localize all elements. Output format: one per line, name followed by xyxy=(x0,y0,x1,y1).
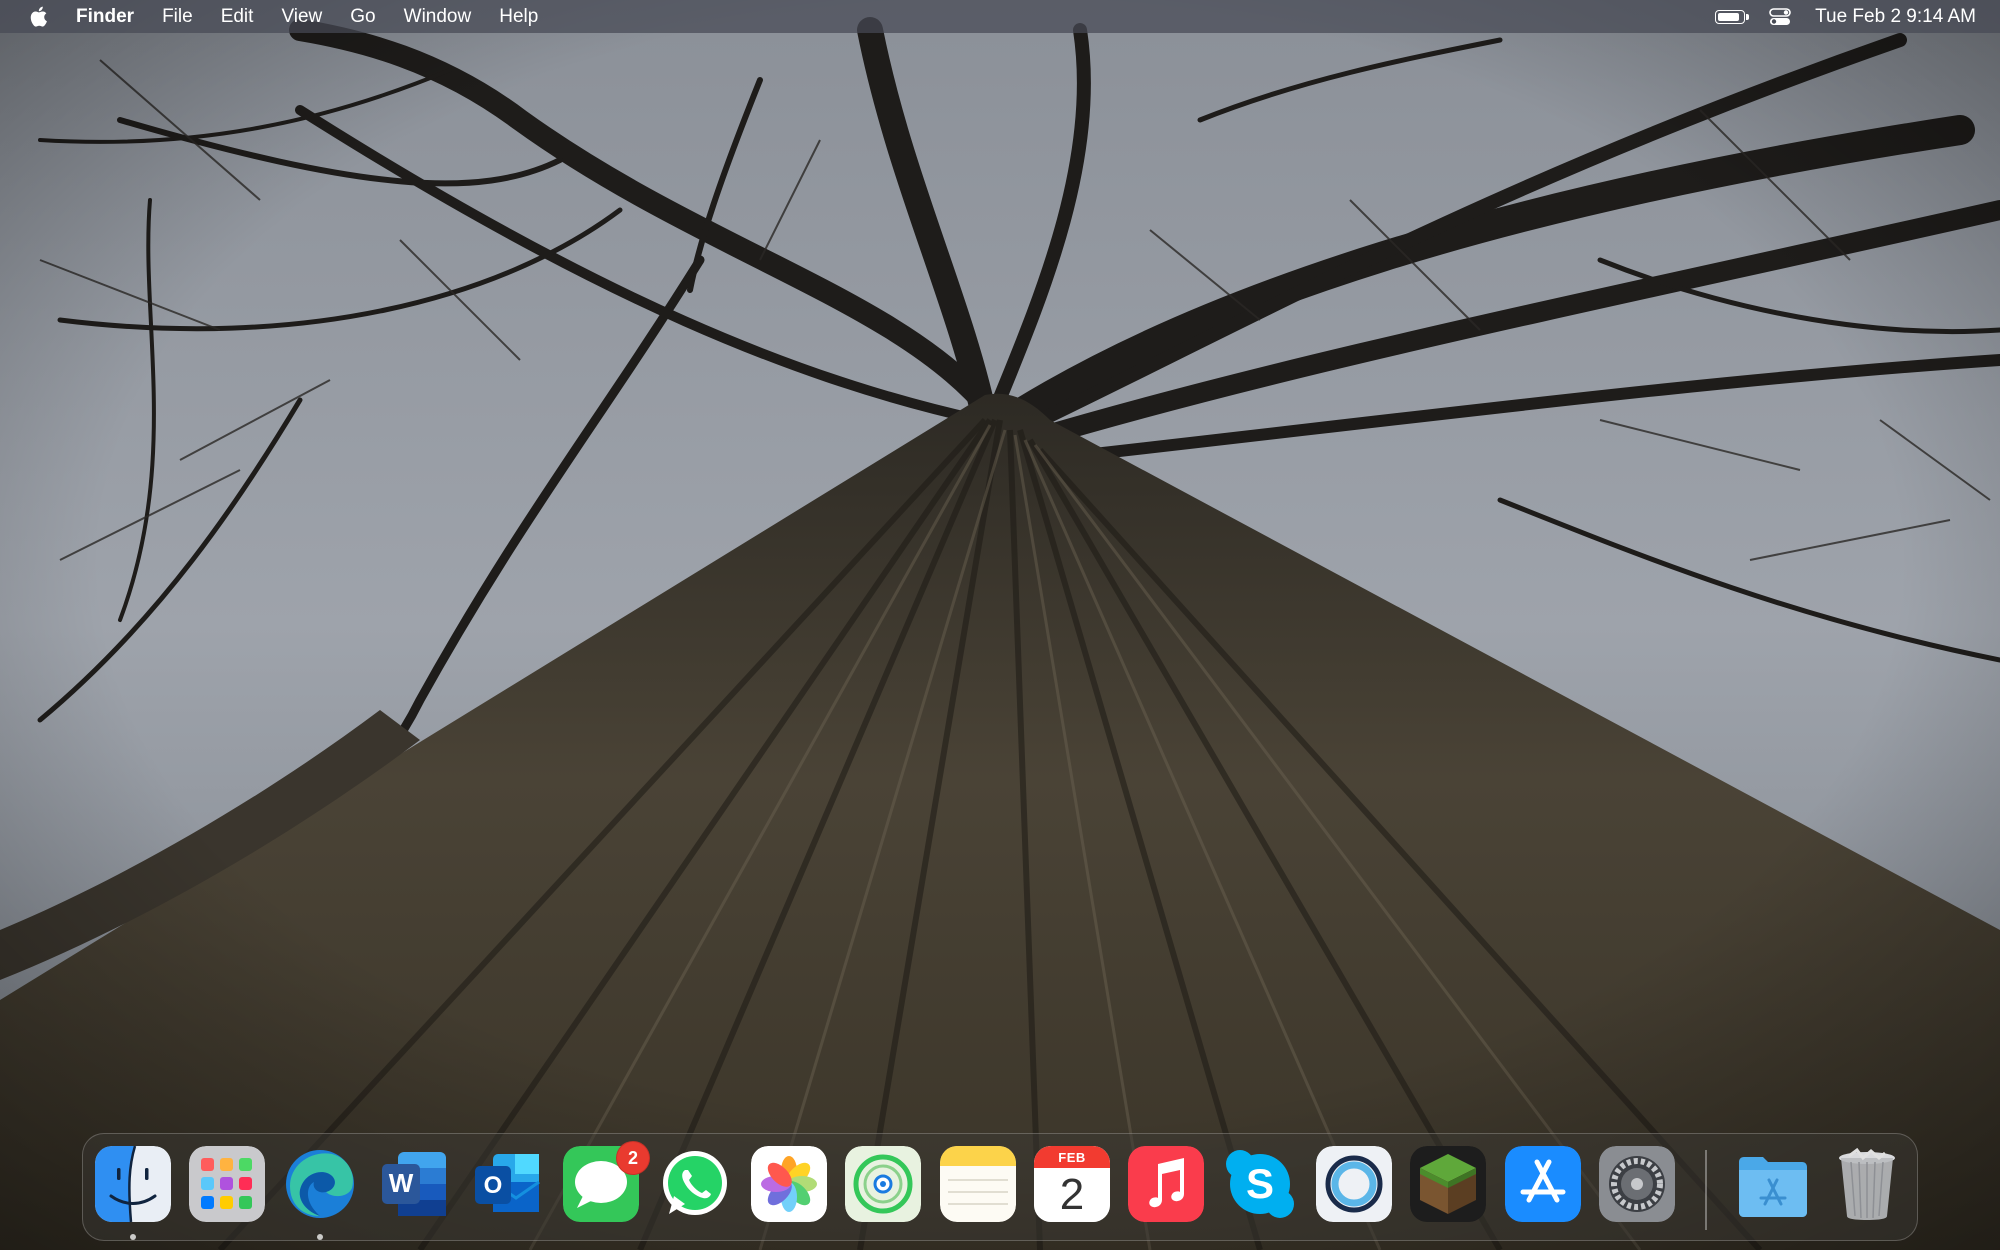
edge-running-indicator xyxy=(317,1234,323,1240)
battery-icon[interactable] xyxy=(1715,9,1750,24)
calendar-month: FEB xyxy=(1058,1150,1086,1165)
dock-divider xyxy=(1705,1150,1707,1230)
applications-folder-icon[interactable] xyxy=(1735,1146,1811,1222)
control-center-icon[interactable] xyxy=(1769,7,1791,26)
menu-file[interactable]: File xyxy=(162,6,193,28)
svg-text:S: S xyxy=(1246,1160,1274,1207)
alexa-icon[interactable] xyxy=(1316,1146,1392,1222)
find-my-icon[interactable] xyxy=(845,1146,921,1222)
photos-icon[interactable] xyxy=(751,1146,827,1222)
whatsapp-icon[interactable] xyxy=(657,1146,733,1222)
apple-logo-icon[interactable] xyxy=(28,5,50,29)
music-icon[interactable] xyxy=(1128,1146,1204,1222)
menu-view[interactable]: View xyxy=(281,6,322,28)
skype-icon[interactable]: S xyxy=(1222,1146,1298,1222)
messages-badge: 2 xyxy=(616,1141,650,1175)
notes-icon[interactable] xyxy=(940,1146,1016,1222)
word-icon[interactable]: W xyxy=(376,1146,452,1222)
launchpad-icon[interactable] xyxy=(189,1146,265,1222)
trash-icon[interactable] xyxy=(1829,1146,1905,1222)
menu-bar-clock[interactable]: Tue Feb 2 9:14 AM xyxy=(1815,6,1976,28)
menu-go[interactable]: Go xyxy=(350,6,375,28)
desktop-wallpaper xyxy=(0,0,2000,1250)
finder-icon[interactable] xyxy=(95,1146,171,1222)
calendar-icon[interactable]: FEB 2 xyxy=(1034,1146,1110,1222)
finder-running-indicator xyxy=(130,1234,136,1240)
calendar-day: 2 xyxy=(1059,1170,1085,1219)
svg-text:W: W xyxy=(389,1168,414,1198)
menu-edit[interactable]: Edit xyxy=(221,6,254,28)
menu-finder[interactable]: Finder xyxy=(76,6,134,28)
system-preferences-icon[interactable] xyxy=(1599,1146,1675,1222)
outlook-icon[interactable]: O xyxy=(469,1146,545,1222)
svg-text:O: O xyxy=(484,1172,503,1199)
menu-bar: Finder File Edit View Go Window Help Tue… xyxy=(0,0,2000,33)
menu-help[interactable]: Help xyxy=(499,6,538,28)
minecraft-icon[interactable] xyxy=(1410,1146,1486,1222)
edge-icon[interactable] xyxy=(282,1146,358,1222)
menu-window[interactable]: Window xyxy=(404,6,472,28)
app-store-icon[interactable] xyxy=(1505,1146,1581,1222)
